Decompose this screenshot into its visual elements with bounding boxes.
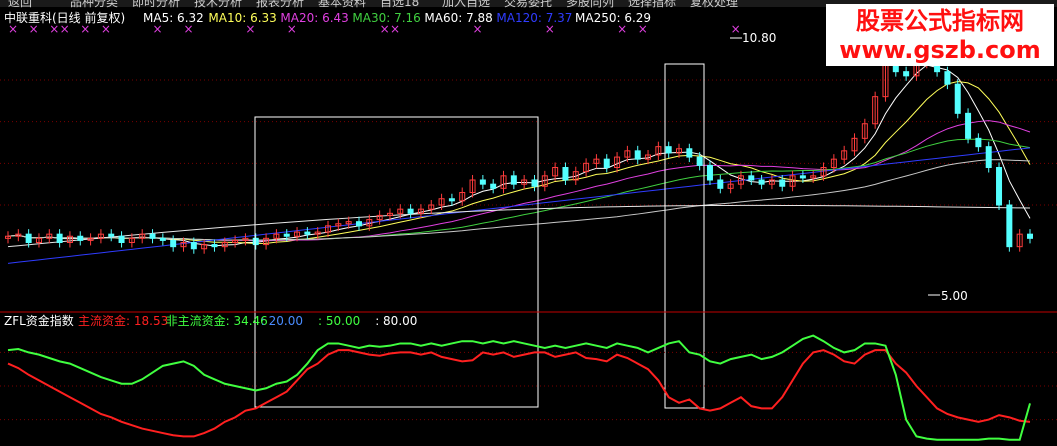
candle-body	[965, 112, 972, 139]
watermark-url: www.gszb.com	[839, 36, 1041, 64]
candle-body	[562, 167, 569, 181]
candle-body	[634, 150, 641, 160]
candle-body	[531, 179, 538, 187]
menu-item[interactable]: 返回	[8, 0, 32, 9]
menu-item[interactable]: 选择指标	[628, 0, 676, 9]
candle-body	[696, 156, 703, 166]
candle-body	[355, 221, 362, 227]
menu-item[interactable]: 技术分析	[194, 0, 242, 9]
candle-body	[118, 235, 125, 243]
menu-item[interactable]: 加入自选	[442, 0, 490, 9]
signal-marker: ×	[80, 22, 90, 36]
candle-body	[149, 233, 156, 239]
menu-item[interactable]: 自选18	[380, 0, 419, 9]
candle-body	[686, 148, 693, 158]
signal-marker: ×	[390, 22, 400, 36]
candle-body	[510, 175, 517, 185]
indicator-legend-item: : 20.00	[261, 314, 303, 328]
menu-item[interactable]: 报表分析	[256, 0, 304, 9]
menu-item[interactable]: 品种分类	[70, 0, 118, 9]
signal-marker: ×	[380, 22, 390, 36]
indicator-series-line	[7, 349, 1031, 438]
menu-item[interactable]: 多股同列	[566, 0, 614, 9]
menu-item[interactable]: 基本资料	[318, 0, 366, 9]
price-grid	[0, 79, 1057, 206]
candle-body	[1027, 233, 1033, 239]
signal-marker: ×	[101, 22, 111, 36]
signal-marker: ×	[473, 22, 483, 36]
candle-body	[748, 175, 755, 181]
signal-marker: ×	[638, 22, 648, 36]
candle-body	[954, 83, 961, 114]
signal-marker: ×	[731, 22, 741, 36]
highlight-box-left	[254, 116, 539, 408]
signal-marker: ×	[617, 22, 627, 36]
candle-body	[108, 233, 115, 237]
ma-line	[7, 138, 1031, 241]
menu-item[interactable]: 交易委托	[504, 0, 552, 9]
ma-legend-item: MA120: 7.37	[496, 11, 572, 25]
indicator-lines	[7, 334, 1031, 441]
candle-body	[304, 231, 311, 235]
stock-chart: 返回 品种分类 即时分析 技术分析 报表分析 基本资料 自选18 加入自选 交易委托 多股同列 选择…	[0, 0, 1057, 441]
candle-body	[603, 158, 610, 169]
candle-body	[706, 164, 713, 181]
candle-body	[799, 175, 806, 179]
candle-body	[190, 242, 197, 250]
signal-marker: ×	[60, 22, 70, 36]
ma-lines	[7, 64, 1031, 264]
candle-body	[1006, 204, 1013, 248]
candle-body	[944, 71, 951, 85]
signal-marker: ×	[183, 22, 193, 36]
candle-body	[996, 167, 1003, 206]
candle-body	[448, 198, 455, 202]
indicator-title: ZFL资金指数	[4, 313, 74, 328]
ma-line	[7, 159, 1031, 241]
ma-line	[7, 120, 1031, 242]
indicator-series-line	[7, 334, 1031, 441]
signal-marker: ×	[49, 22, 59, 36]
candle-body	[903, 71, 910, 77]
candle-body	[490, 183, 497, 189]
menu-item[interactable]: 复权处理	[690, 0, 738, 9]
candle-body	[779, 179, 786, 187]
indicator-legend-item: : 50.00	[318, 314, 360, 328]
candle-body	[479, 179, 486, 185]
candle-body	[975, 137, 982, 148]
indicator-legend-item: 主流资金: 18.53	[78, 313, 168, 328]
high-price-label: 10.80	[742, 31, 776, 45]
signal-marker: ×	[545, 22, 555, 36]
candle-body	[77, 235, 84, 241]
candle-body	[56, 233, 63, 244]
candle-body	[159, 237, 166, 241]
candle-body	[665, 146, 672, 154]
signal-marker: ×	[153, 22, 163, 36]
candle-body	[25, 233, 32, 244]
candle-body	[211, 244, 218, 248]
watermark-title: 股票公式指标网	[856, 7, 1024, 35]
candle-body	[170, 239, 177, 248]
signal-marker: ×	[29, 22, 39, 36]
ma-legend-item: MA10: 6.33	[208, 11, 276, 25]
signal-marker: ×	[245, 22, 255, 36]
indicator-legend-item: : 80.00	[375, 314, 417, 328]
ma120-line	[7, 147, 1031, 264]
highlight-box-right	[664, 63, 705, 409]
low-price-label: 5.00	[941, 289, 968, 303]
menu-item[interactable]: 即时分析	[132, 0, 180, 9]
candle-body	[407, 208, 414, 214]
ma-line	[7, 64, 1031, 247]
signal-marker: ×	[287, 22, 297, 36]
candle-body	[758, 179, 765, 185]
indicator-legend: 主流资金: 18.53非主流资金: 34.46: 20.00 : 50.00 : 8…	[78, 313, 417, 328]
candle-body	[283, 233, 290, 237]
candle-body	[717, 179, 724, 189]
candle-body	[985, 146, 992, 169]
indicator-legend-item: 非主流资金: 34.46	[166, 313, 268, 328]
candle-body	[252, 237, 259, 246]
signal-marker: ×	[8, 22, 18, 36]
